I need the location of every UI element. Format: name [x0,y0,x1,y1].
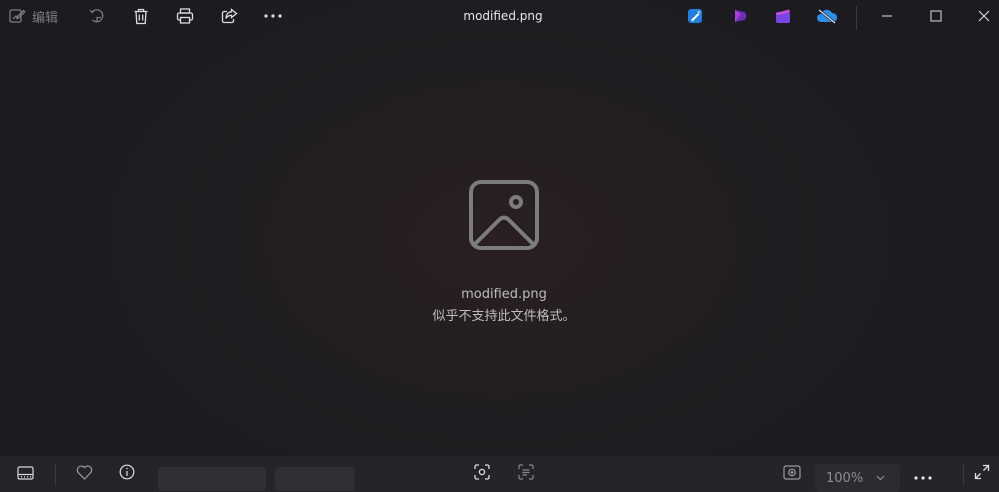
video-editor-button[interactable] [770,0,796,32]
text-scan-button[interactable] [513,456,539,492]
visual-search-icon [474,464,490,484]
image-placeholder-icon [467,178,541,252]
fullscreen-button[interactable] [969,456,995,492]
clipchamp-icon [732,8,748,24]
zoom-select[interactable]: 100% [815,464,900,492]
info-button[interactable] [114,456,140,492]
close-button[interactable] [971,0,997,32]
filmstrip-icon [16,465,34,484]
title-separator [856,6,857,30]
print-button[interactable] [172,0,198,32]
maximize-icon [930,10,942,22]
more-icon [914,465,932,484]
print-icon [176,8,194,24]
filmstrip-button[interactable] [12,456,38,492]
bottom-more-button[interactable] [910,456,936,492]
zoom-value: 100% [826,471,864,486]
info-icon [119,464,135,484]
delete-icon [133,8,149,25]
bottom-separator [55,464,56,486]
bottom-bar: 100% [0,456,999,492]
loading-placeholder [158,467,266,491]
edit-button[interactable]: 编辑 [8,0,68,32]
delete-button[interactable] [128,0,154,32]
rotate-icon [88,7,106,25]
video-editor-icon [775,8,791,24]
more-icon [264,14,282,18]
preview-icon [783,464,801,484]
rotate-button[interactable] [84,0,110,32]
more-button[interactable] [260,0,286,32]
window-title: modified.png [463,9,543,23]
minimize-icon [881,10,893,22]
share-icon [221,8,238,24]
designer-icon [687,8,703,24]
file-name: modified.png [461,287,547,302]
favorite-button[interactable] [71,456,97,492]
share-button[interactable] [216,0,242,32]
designer-button[interactable] [682,0,708,32]
minimize-button[interactable] [874,0,900,32]
fullscreen-icon [974,464,990,484]
clipchamp-button[interactable] [727,0,753,32]
onedrive-button[interactable] [814,0,840,32]
title-bar: 编辑 modified.png [0,0,999,34]
ocr-icon [518,464,534,484]
loading-placeholder [275,467,355,491]
preview-button[interactable] [779,456,805,492]
chevron-down-icon [875,472,886,487]
onedrive-icon [816,8,838,24]
close-icon [978,10,990,22]
heart-icon [76,465,93,484]
edit-label: 编辑 [32,10,59,26]
edit-icon [8,7,26,25]
unsupported-message: 似乎不支持此文件格式。 [432,309,576,324]
bottom-separator [963,464,964,486]
visual-search-button[interactable] [469,456,495,492]
maximize-button[interactable] [923,0,949,32]
content-area: modified.png 似乎不支持此文件格式。 [0,0,999,492]
